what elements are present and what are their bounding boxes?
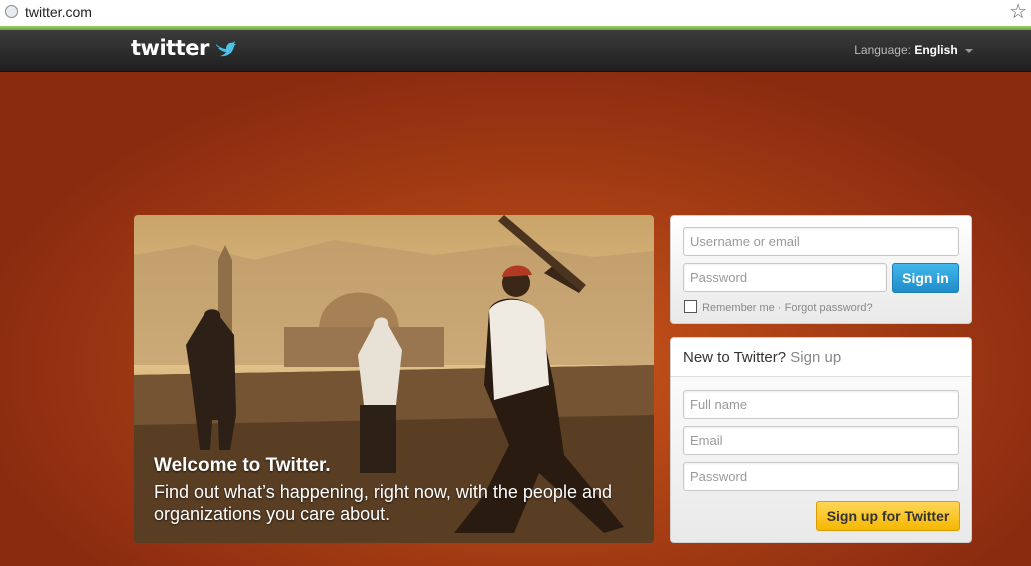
welcome-heading: Welcome to Twitter. <box>154 455 331 476</box>
signup-heading: New to Twitter? Sign up <box>683 349 841 366</box>
address-bar[interactable]: twitter.com ☆ <box>0 0 1031 27</box>
signin-button[interactable]: Sign in <box>892 263 959 293</box>
signup-header: New to Twitter? Sign up <box>671 338 971 377</box>
language-value[interactable]: English <box>914 43 957 57</box>
signup-heading-text: New to Twitter? <box>683 349 787 366</box>
caret-down-icon[interactable] <box>965 48 973 53</box>
remember-checkbox[interactable] <box>684 300 697 313</box>
signup-password-input[interactable] <box>683 462 959 491</box>
separator-dot: · <box>777 302 782 314</box>
username-input[interactable] <box>683 227 959 256</box>
remember-row: Remember me · Forgot password? <box>684 300 873 314</box>
password-input[interactable] <box>683 263 887 292</box>
welcome-description: Find out what’s happening, right now, wi… <box>154 482 612 524</box>
star-icon[interactable]: ☆ <box>1009 1 1027 23</box>
remember-label[interactable]: Remember me <box>702 302 775 314</box>
url-text[interactable]: twitter.com <box>25 4 92 20</box>
top-bar: twitter Language: English <box>0 30 1031 72</box>
signin-panel: Sign in Remember me · Forgot password? <box>670 215 972 324</box>
language-selector[interactable]: Language: English <box>854 43 973 57</box>
email-input[interactable] <box>683 426 959 455</box>
signup-link[interactable]: Sign up <box>790 349 841 366</box>
forgot-password-link[interactable]: Forgot password? <box>785 302 873 314</box>
hero-photo: Welcome to Twitter. Find out what’s happ… <box>134 215 654 543</box>
twitter-logo[interactable]: twitter <box>131 36 209 60</box>
signup-button[interactable]: Sign up for Twitter <box>816 501 960 531</box>
fullname-input[interactable] <box>683 390 959 419</box>
signup-panel: New to Twitter? Sign up Sign up for Twit… <box>670 337 972 543</box>
language-label: Language: <box>854 43 911 57</box>
globe-icon <box>5 5 18 18</box>
bird-icon <box>216 41 236 57</box>
